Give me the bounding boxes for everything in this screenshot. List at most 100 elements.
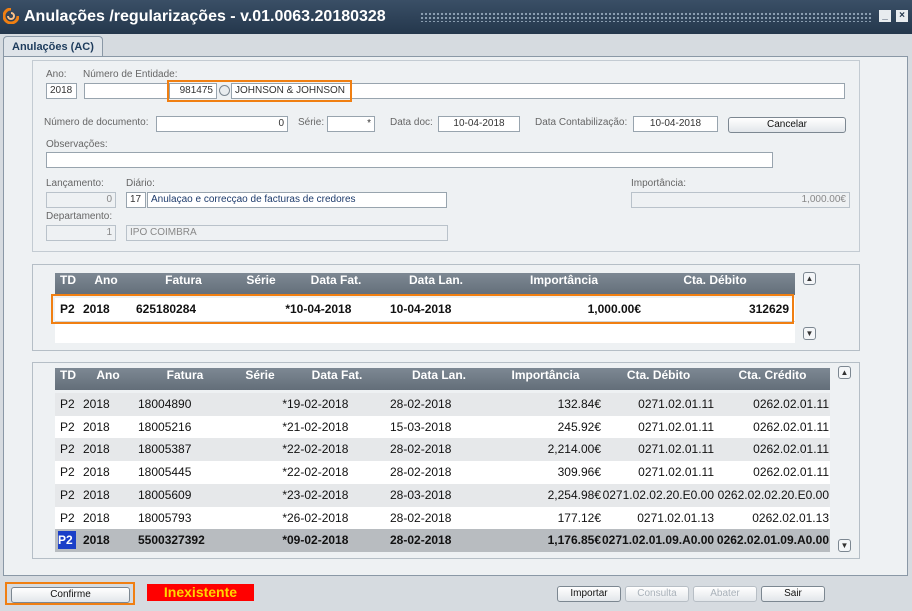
col-cta-debito: Cta. Débito (683, 273, 747, 287)
cell-cta-debito: 0271.02.01.11 (638, 419, 714, 434)
cell-serie: * (282, 510, 287, 525)
observacoes-field[interactable] (46, 152, 773, 168)
cell-td: P2 (60, 419, 75, 434)
selected-grid-header: TD Ano Fatura Série Data Fat. Data Lan. … (55, 273, 795, 295)
list-scroll-down-icon[interactable]: ▼ (838, 539, 851, 552)
serie-label: Série: (298, 117, 325, 128)
app-logo-icon (3, 8, 19, 24)
cell-importancia: 245.92€ (557, 419, 601, 434)
cell-data-lan: 28-02-2018 (390, 465, 452, 480)
sair-button[interactable]: Sair (761, 586, 825, 602)
window-title: Anulações /regularizações - v.01.0063.20… (24, 8, 386, 25)
cell-td: P2 (60, 397, 75, 411)
diario-number-field[interactable]: 17 (126, 192, 146, 208)
cell-importancia: 132.84€ (557, 397, 601, 411)
cell-fatura: 18005445 (138, 465, 192, 480)
data-doc-label: Data doc: (390, 117, 433, 128)
col-data-lan: Data Lan. (411, 368, 466, 382)
data-contabilizacao-label: Data Contabilização: (535, 117, 628, 128)
cell-cta-debito: 0271.02.01.11 (638, 397, 714, 411)
cell-ano: 2018 (83, 397, 110, 411)
table-row[interactable]: P2 2018 18005445 * 22-02-2018 28-02-2018 309.9… (55, 461, 830, 485)
cell-serie: * (282, 533, 287, 548)
cell-fatura: 18005793 (138, 510, 192, 525)
list-scroll-up-icon[interactable]: ▲ (838, 366, 851, 379)
tab-anulacoes[interactable]: Anulações (AC) (3, 36, 103, 57)
cancelar-button[interactable]: Cancelar (728, 117, 846, 133)
cell-cta-debito: 0271.02.01.11 (638, 465, 714, 480)
close-button[interactable]: × (896, 10, 908, 22)
cell-serie: * (282, 487, 287, 502)
cell-data-lan: 28-02-2018 (390, 442, 452, 457)
diario-description-field[interactable]: Anulaçao e correcçao de facturas de cred… (147, 192, 447, 208)
col-serie: Série (245, 368, 275, 382)
departamento-label: Departamento: (46, 211, 113, 222)
status-badge: Inexistente (147, 584, 254, 601)
cell-cta-credito: 0262.02.01.13 (752, 510, 829, 525)
scroll-up-icon[interactable]: ▲ (803, 272, 816, 285)
cell-fatura: 5500327392 (138, 533, 205, 548)
cell-cta-debito: 0271.02.01.11 (638, 442, 714, 457)
table-row[interactable]: P2 2018 18005609 * 23-02-2018 28-03-2018 2,254… (55, 483, 830, 507)
ano-field[interactable]: 2018 (46, 83, 77, 99)
col-importancia: Importância (511, 368, 580, 382)
col-data-lan: Data Lan. (408, 273, 463, 287)
cell-importancia: 309.96€ (557, 465, 601, 480)
cell-data-fat: 22-02-2018 (287, 442, 349, 457)
table-row[interactable]: P2 2018 18004890 * 19-02-2018 28-02-2018 132.8… (55, 393, 830, 416)
minimize-button[interactable]: _ (879, 10, 891, 22)
cell-ano: 2018 (83, 419, 110, 434)
col-ano: Ano (96, 368, 120, 382)
data-doc-field[interactable]: 10-04-2018 (438, 116, 520, 132)
cell-data-fat: 23-02-2018 (287, 487, 349, 502)
cell-data-fat: 26-02-2018 (287, 510, 349, 525)
data-contabilizacao-field[interactable]: 10-04-2018 (633, 116, 718, 132)
cell-data-fat: 09-02-2018 (287, 533, 349, 548)
cell-ano: 2018 (83, 487, 110, 502)
lancamento-field: 0 (46, 192, 116, 208)
cell-data-lan: 15-03-2018 (390, 419, 452, 434)
col-td: TD (60, 368, 76, 382)
entidade-prefix-field[interactable] (84, 83, 168, 99)
col-fatura: Fatura (166, 368, 204, 382)
table-row[interactable]: P2 2018 5500327392 * 09-02-2018 28-02-2018 1,1… (55, 529, 830, 553)
col-ano: Ano (94, 273, 118, 287)
importar-button[interactable]: Importar (557, 586, 621, 602)
cell-ano: 2018 (83, 465, 110, 480)
cell-importancia: 177.12€ (557, 510, 601, 525)
departamento-number-field: 1 (46, 225, 116, 241)
cell-td: P2 (60, 510, 75, 525)
table-row[interactable]: P2 2018 18005793 * 26-02-2018 28-02-2018 177.1… (55, 506, 830, 530)
cell-td: P2 (60, 442, 75, 457)
cell-data-lan: 28-03-2018 (390, 487, 452, 502)
ano-label: Ano: (46, 69, 67, 80)
cell-data-lan: 28-02-2018 (390, 533, 452, 548)
departamento-description-field: IPO COIMBRA (126, 225, 448, 241)
cell-importancia: 1,176.85€ (547, 533, 601, 548)
cell-data-lan: 28-02-2018 (390, 397, 452, 411)
cell-ano: 2018 (83, 533, 110, 548)
table-row[interactable]: P2 2018 18005216 * 21-02-2018 15-03-2018 245.9… (55, 415, 830, 439)
cell-td: P2 (60, 487, 75, 502)
cell-fatura: 18004890 (138, 397, 192, 411)
cell-data-lan: 28-02-2018 (390, 510, 452, 525)
consulta-button[interactable]: Consulta (625, 586, 689, 602)
col-td: TD (60, 273, 76, 287)
cell-ano: 2018 (83, 510, 110, 525)
diario-label: Diário: (126, 178, 155, 189)
cell-fatura: 18005387 (138, 442, 192, 457)
table-row[interactable]: P2 2018 18005387 * 22-02-2018 28-02-2018 2,214… (55, 438, 830, 462)
importancia-label: Importância: (631, 178, 687, 189)
abater-button[interactable]: Abater (693, 586, 757, 602)
col-fatura: Fatura (165, 273, 202, 287)
documento-label: Número de documento: (44, 117, 149, 128)
cell-data-fat: 22-02-2018 (287, 465, 349, 480)
cell-cta-debito: 0271.02.01.13 (637, 510, 714, 525)
cell-ano: 2018 (83, 442, 110, 457)
scroll-down-icon[interactable]: ▼ (803, 327, 816, 340)
documento-field[interactable]: 0 (156, 116, 288, 132)
cell-td: P2 (60, 465, 75, 480)
cell-cta-credito: 0262.02.01.11 (753, 397, 829, 411)
serie-field[interactable]: * (327, 116, 375, 132)
cell-serie: * (282, 397, 287, 411)
